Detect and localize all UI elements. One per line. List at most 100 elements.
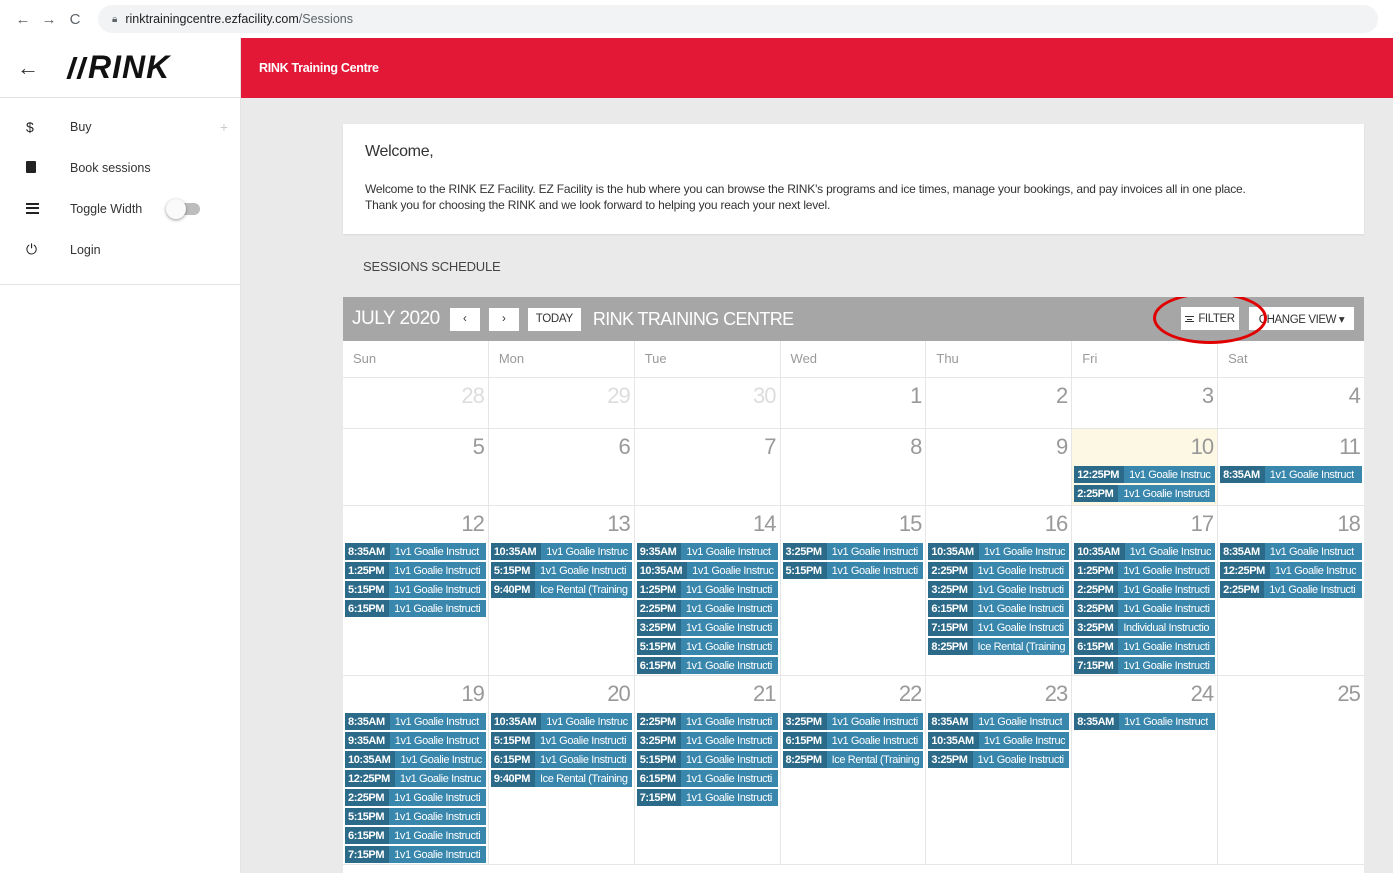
session-event[interactable]: 12:25PM 1v1 Goalie Instruc bbox=[345, 770, 486, 787]
session-event[interactable]: 5:15PM 1v1 Goalie Instructi bbox=[636, 751, 778, 768]
address-bar[interactable]: 🔒︎ rinktrainingcentre.ezfacility.com/Ses… bbox=[98, 5, 1378, 33]
session-event[interactable]: 6:15PM 1v1 Goalie Instructi bbox=[636, 770, 778, 787]
session-event[interactable]: 1:25PM 1v1 Goalie Instructi bbox=[1074, 562, 1216, 579]
day-number[interactable]: 7 bbox=[637, 432, 778, 466]
day-number[interactable]: 9 bbox=[928, 432, 1069, 466]
header-title[interactable]: RINK Training Centre bbox=[259, 61, 379, 75]
session-event[interactable]: 2:25PM 1v1 Goalie Instructi bbox=[1220, 581, 1362, 598]
session-event[interactable]: 9:40PM Ice Rental (Training bbox=[490, 581, 632, 598]
calendar-day-cell[interactable]: 7 bbox=[635, 429, 781, 505]
session-event[interactable]: 6:15PM 1v1 Goalie Instructi bbox=[928, 600, 1070, 617]
collapse-arrow-icon[interactable]: ← bbox=[0, 55, 56, 81]
session-event[interactable]: 5:15PM 1v1 Goalie Instructi bbox=[345, 581, 486, 598]
calendar-day-cell[interactable]: 30 bbox=[635, 378, 781, 428]
session-event[interactable]: 10:35AM 1v1 Goalie Instruc bbox=[636, 562, 778, 579]
session-event[interactable]: 12:25PM 1v1 Goalie Instruc bbox=[1074, 466, 1216, 483]
calendar-day-cell[interactable]: 8 bbox=[781, 429, 927, 505]
session-event[interactable]: 8:35AM 1v1 Goalie Instruct bbox=[928, 713, 1070, 730]
session-event[interactable]: 3:25PM 1v1 Goalie Instructi bbox=[782, 543, 924, 560]
day-number[interactable]: 1 bbox=[783, 381, 924, 415]
session-event[interactable]: 10:35AM 1v1 Goalie Instruc bbox=[490, 543, 632, 560]
session-event[interactable]: 7:15PM 1v1 Goalie Instructi bbox=[345, 846, 486, 863]
calendar-day-cell[interactable]: 13 10:35AM 1v1 Goalie Instruc 5:15PM 1v1 Goa… bbox=[489, 506, 635, 675]
session-event[interactable]: 5:15PM 1v1 Goalie Instructi bbox=[490, 732, 632, 749]
calendar-day-cell[interactable]: 18 8:35AM 1v1 Goalie Instruct 12:25PM 1v1 Go… bbox=[1218, 506, 1364, 675]
day-number[interactable]: 28 bbox=[345, 381, 486, 415]
calendar-day-cell[interactable]: 28 bbox=[343, 378, 489, 428]
session-event[interactable]: 3:25PM 1v1 Goalie Instructi bbox=[782, 713, 924, 730]
calendar-day-cell[interactable]: 15 3:25PM 1v1 Goalie Instructi 5:15PM 1v1 Go… bbox=[781, 506, 927, 675]
calendar-day-cell[interactable]: 5 bbox=[343, 429, 489, 505]
session-event[interactable]: 6:15PM 1v1 Goalie Instructi bbox=[1074, 638, 1216, 655]
session-event[interactable]: 8:35AM 1v1 Goalie Instruct bbox=[345, 543, 486, 560]
prev-month-button[interactable]: ‹ bbox=[449, 307, 480, 331]
change-view-button[interactable]: CHANGE VIEW ▾ bbox=[1249, 307, 1354, 330]
back-arrow-icon[interactable]: ← bbox=[12, 8, 34, 30]
session-event[interactable]: 10:35AM 1v1 Goalie Instruc bbox=[490, 713, 632, 730]
day-number[interactable]: 4 bbox=[1220, 381, 1362, 415]
next-month-button[interactable]: › bbox=[488, 307, 519, 331]
calendar-day-cell[interactable]: 6 bbox=[489, 429, 635, 505]
day-number[interactable]: 5 bbox=[345, 432, 486, 466]
rink-logo[interactable]: RINK bbox=[66, 49, 170, 86]
session-event[interactable]: 8:35AM 1v1 Goalie Instruct bbox=[345, 713, 486, 730]
session-event[interactable]: 2:25PM 1v1 Goalie Instructi bbox=[636, 600, 778, 617]
session-event[interactable]: 7:15PM 1v1 Goalie Instructi bbox=[1074, 657, 1216, 674]
session-event[interactable]: 5:15PM 1v1 Goalie Instructi bbox=[345, 808, 486, 825]
session-event[interactable]: 10:35AM 1v1 Goalie Instruc bbox=[1074, 543, 1216, 560]
session-event[interactable]: 6:15PM 1v1 Goalie Instructi bbox=[345, 600, 486, 617]
calendar-day-cell[interactable]: 11 8:35AM 1v1 Goalie Instruct bbox=[1218, 429, 1364, 505]
day-number[interactable]: 17 bbox=[1074, 509, 1215, 543]
calendar-day-cell[interactable]: 29 bbox=[489, 378, 635, 428]
calendar-day-cell[interactable]: 2 bbox=[926, 378, 1073, 428]
session-event[interactable]: 2:25PM 1v1 Goalie Instructi bbox=[1074, 581, 1216, 598]
calendar-day-cell[interactable]: 25 bbox=[1218, 676, 1364, 864]
day-number[interactable]: 25 bbox=[1220, 679, 1362, 713]
day-number[interactable]: 3 bbox=[1074, 381, 1215, 415]
day-number[interactable]: 22 bbox=[783, 679, 924, 713]
calendar-day-cell[interactable]: 9 bbox=[926, 429, 1073, 505]
session-event[interactable]: 9:35AM 1v1 Goalie Instruct bbox=[636, 543, 778, 560]
day-number[interactable]: 18 bbox=[1220, 509, 1362, 543]
day-number[interactable]: 12 bbox=[345, 509, 486, 543]
session-event[interactable]: 5:15PM 1v1 Goalie Instructi bbox=[636, 638, 778, 655]
session-event[interactable]: 8:35AM 1v1 Goalie Instruct bbox=[1074, 713, 1216, 730]
calendar-day-cell[interactable]: 20 10:35AM 1v1 Goalie Instruc 5:15PM 1v1 Goa… bbox=[489, 676, 635, 864]
calendar-day-cell[interactable]: 22 3:25PM 1v1 Goalie Instructi 6:15PM 1v1 Go… bbox=[781, 676, 927, 864]
sidebar-item-toggle-width[interactable]: Toggle Width bbox=[0, 188, 240, 229]
session-event[interactable]: 10:35AM 1v1 Goalie Instruc bbox=[928, 732, 1070, 749]
calendar-day-cell[interactable]: 23 8:35AM 1v1 Goalie Instruct 10:35AM 1v1 Go… bbox=[926, 676, 1073, 864]
sidebar-item-book-sessions[interactable]: Book sessions bbox=[0, 147, 240, 188]
forward-arrow-icon[interactable]: → bbox=[38, 8, 60, 30]
session-event[interactable]: 10:35AM 1v1 Goalie Instruc bbox=[345, 751, 486, 768]
session-event[interactable]: 8:25PM Ice Rental (Training bbox=[928, 638, 1070, 655]
session-event[interactable]: 10:35AM 1v1 Goalie Instruc bbox=[928, 543, 1070, 560]
session-event[interactable]: 2:25PM 1v1 Goalie Instructi bbox=[928, 562, 1070, 579]
session-event[interactable]: 9:35AM 1v1 Goalie Instruct bbox=[345, 732, 486, 749]
day-number[interactable]: 2 bbox=[928, 381, 1069, 415]
session-event[interactable]: 3:25PM 1v1 Goalie Instructi bbox=[928, 751, 1070, 768]
session-event[interactable]: 1:25PM 1v1 Goalie Instructi bbox=[636, 581, 778, 598]
calendar-day-cell[interactable]: 16 10:35AM 1v1 Goalie Instruc 2:25PM 1v1 Goa… bbox=[926, 506, 1073, 675]
today-button[interactable]: TODAY bbox=[527, 307, 581, 331]
calendar-day-cell[interactable]: 19 8:35AM 1v1 Goalie Instruct 9:35AM 1v1 Goa… bbox=[343, 676, 489, 864]
session-event[interactable]: 2:25PM 1v1 Goalie Instructi bbox=[636, 713, 778, 730]
sidebar-item-login[interactable]: ⏻ Login bbox=[0, 229, 240, 270]
session-event[interactable]: 6:15PM 1v1 Goalie Instructi bbox=[782, 732, 924, 749]
session-event[interactable]: 5:15PM 1v1 Goalie Instructi bbox=[782, 562, 924, 579]
session-event[interactable]: 1:25PM 1v1 Goalie Instructi bbox=[345, 562, 486, 579]
day-number[interactable]: 21 bbox=[637, 679, 778, 713]
session-event[interactable]: 2:25PM 1v1 Goalie Instructi bbox=[1074, 485, 1216, 502]
session-event[interactable]: 3:25PM 1v1 Goalie Instructi bbox=[636, 732, 778, 749]
day-number[interactable]: 30 bbox=[637, 381, 778, 415]
toggle-width-switch[interactable] bbox=[166, 198, 201, 219]
session-event[interactable]: 8:35AM 1v1 Goalie Instruct bbox=[1220, 466, 1362, 483]
calendar-day-cell[interactable]: 14 9:35AM 1v1 Goalie Instruct 10:35AM 1v1 Go… bbox=[635, 506, 781, 675]
calendar-day-cell[interactable]: 17 10:35AM 1v1 Goalie Instruc 1:25PM 1v1 Goa… bbox=[1072, 506, 1219, 675]
session-event[interactable]: 3:25PM 1v1 Goalie Instructi bbox=[1074, 600, 1216, 617]
session-event[interactable]: 7:15PM 1v1 Goalie Instructi bbox=[636, 789, 778, 806]
session-event[interactable]: 6:15PM 1v1 Goalie Instructi bbox=[490, 751, 632, 768]
plus-icon[interactable]: + bbox=[220, 119, 228, 135]
calendar-day-cell[interactable]: 24 8:35AM 1v1 Goalie Instruct bbox=[1072, 676, 1219, 864]
filter-button[interactable]: FILTER bbox=[1181, 307, 1239, 330]
